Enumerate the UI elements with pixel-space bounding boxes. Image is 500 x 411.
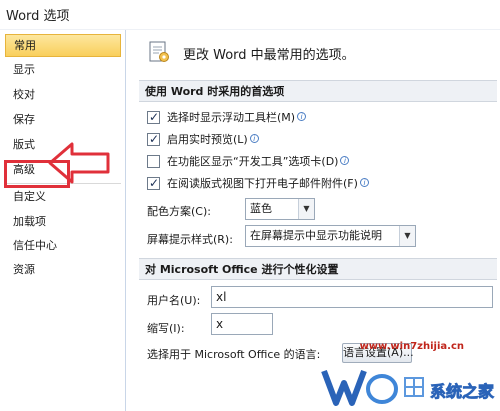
- username-label: 用户名(U):: [147, 294, 201, 307]
- page-header: 更改 Word 中最常用的选项。: [147, 38, 487, 68]
- tooltip-style-label: 屏幕提示样式(R):: [147, 233, 233, 246]
- sidebar-item-addins[interactable]: 加载项: [5, 210, 121, 233]
- option-label: 启用实时预览(L): [167, 133, 248, 146]
- sidebar-item-resources[interactable]: 资源: [5, 258, 121, 281]
- check-icon: ✓: [149, 110, 160, 124]
- check-icon: ✓: [149, 176, 160, 190]
- watermark-brand: 系统之家: [430, 382, 495, 401]
- color-scheme-label: 配色方案(C):: [147, 205, 211, 218]
- check-icon: ✓: [149, 132, 160, 146]
- section-header-personalize: 对 Microsoft Office 进行个性化设置: [139, 258, 497, 280]
- chevron-down-icon: ▼: [298, 199, 314, 219]
- sidebar-item-proofing[interactable]: 校对: [5, 83, 121, 106]
- color-scheme-select[interactable]: 蓝色 ▼: [245, 198, 315, 220]
- sidebar-item-save[interactable]: 保存: [5, 108, 121, 131]
- window-title: Word 选项: [6, 9, 70, 24]
- info-icon: i: [249, 134, 259, 143]
- option-label: 在阅读版式视图下打开电子邮件附件(F): [167, 177, 358, 190]
- sidebar-item-customize[interactable]: 自定义: [5, 185, 121, 208]
- sidebar-item-trust-center[interactable]: 信任中心: [5, 234, 121, 257]
- page-title: 更改 Word 中最常用的选项。: [183, 48, 355, 63]
- watermark-url: www.win7zhijia.cn: [359, 341, 464, 352]
- options-page-icon: [149, 41, 169, 62]
- sidebar: 常用 显示 校对 保存 版式 高级 自定义 加载项 信任中心 资源: [0, 30, 126, 411]
- language-label: 选择用于 Microsoft Office 的语言:: [147, 348, 321, 361]
- annotation-arrow-icon: [48, 142, 110, 184]
- checkbox[interactable]: ✓: [147, 110, 160, 124]
- watermark-logo-icon: 系统之家: [321, 369, 495, 406]
- checkbox[interactable]: ✓: [147, 132, 160, 146]
- info-icon: i: [297, 112, 307, 121]
- username-input[interactable]: xl: [211, 286, 493, 308]
- chevron-down-icon: ▼: [399, 226, 415, 246]
- tooltip-style-select[interactable]: 在屏幕提示中显示功能说明 ▼: [245, 225, 416, 247]
- checkbox[interactable]: [147, 155, 160, 168]
- checkbox[interactable]: ✓: [147, 176, 160, 190]
- section-header-preferences: 使用 Word 时采用的首选项: [139, 80, 497, 102]
- option-label: 选择时显示浮动工具栏(M): [167, 111, 296, 124]
- info-icon: i: [359, 178, 369, 187]
- info-icon: i: [340, 156, 350, 165]
- sidebar-item-display[interactable]: 显示: [5, 58, 121, 81]
- sidebar-item-popular[interactable]: 常用: [5, 34, 121, 57]
- title-bar: Word 选项: [0, 0, 500, 30]
- select-value: 在屏幕提示中显示功能说明: [250, 229, 382, 242]
- select-value: 蓝色: [250, 202, 272, 215]
- initials-input[interactable]: x: [211, 313, 273, 335]
- initials-label: 缩写(I):: [147, 322, 185, 335]
- option-label: 在功能区显示“开发工具”选项卡(D): [167, 155, 339, 168]
